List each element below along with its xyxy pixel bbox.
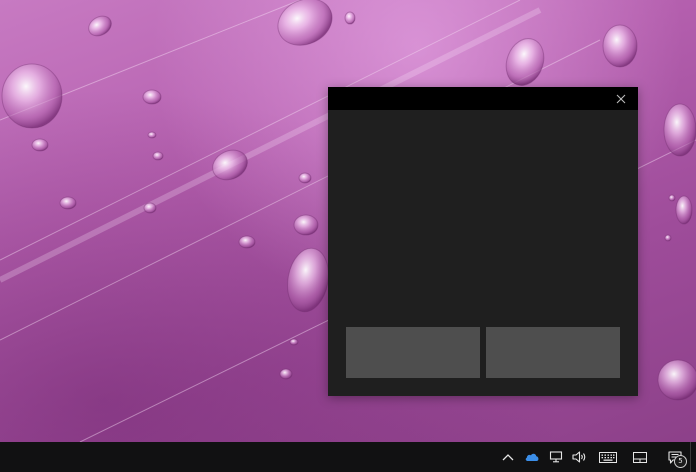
close-button[interactable] xyxy=(612,90,630,108)
network-button[interactable] xyxy=(544,442,568,472)
close-icon xyxy=(616,94,626,104)
touchpad-tray-button[interactable] xyxy=(624,442,656,472)
volume-button[interactable] xyxy=(568,442,592,472)
onedrive-icon xyxy=(525,453,539,461)
volume-icon xyxy=(572,451,586,463)
touchpad-window xyxy=(328,87,638,396)
window-titlebar[interactable] xyxy=(328,87,638,110)
taskbar: 5 xyxy=(0,442,696,472)
action-center-button[interactable]: 5 xyxy=(660,442,690,472)
touchpad-surface[interactable] xyxy=(328,110,638,327)
touchpad-right-button[interactable] xyxy=(486,327,620,378)
touch-keyboard-icon xyxy=(599,451,617,463)
system-tray: 5 xyxy=(496,442,696,472)
show-desktop-button[interactable] xyxy=(690,442,696,472)
onedrive-button[interactable] xyxy=(520,442,544,472)
touch-keyboard-button[interactable] xyxy=(592,442,624,472)
touchpad-left-button[interactable] xyxy=(346,327,480,378)
network-icon xyxy=(549,451,563,463)
desktop: 5 xyxy=(0,0,696,472)
chevron-up-icon xyxy=(502,454,514,461)
show-hidden-icons-button[interactable] xyxy=(496,442,520,472)
touchpad-icon xyxy=(633,451,647,463)
notification-count-badge: 5 xyxy=(674,455,687,468)
